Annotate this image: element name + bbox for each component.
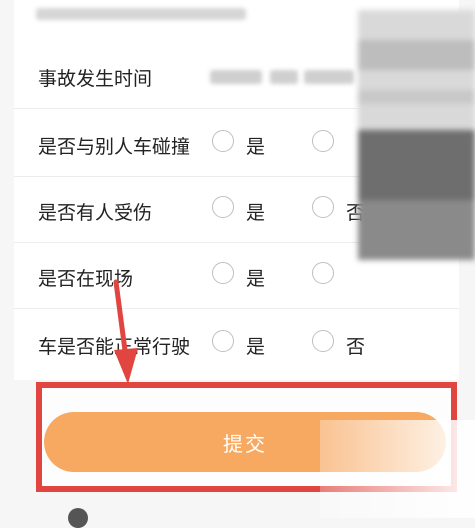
location-icon <box>68 508 88 528</box>
annotation-arrow-icon <box>113 279 138 384</box>
